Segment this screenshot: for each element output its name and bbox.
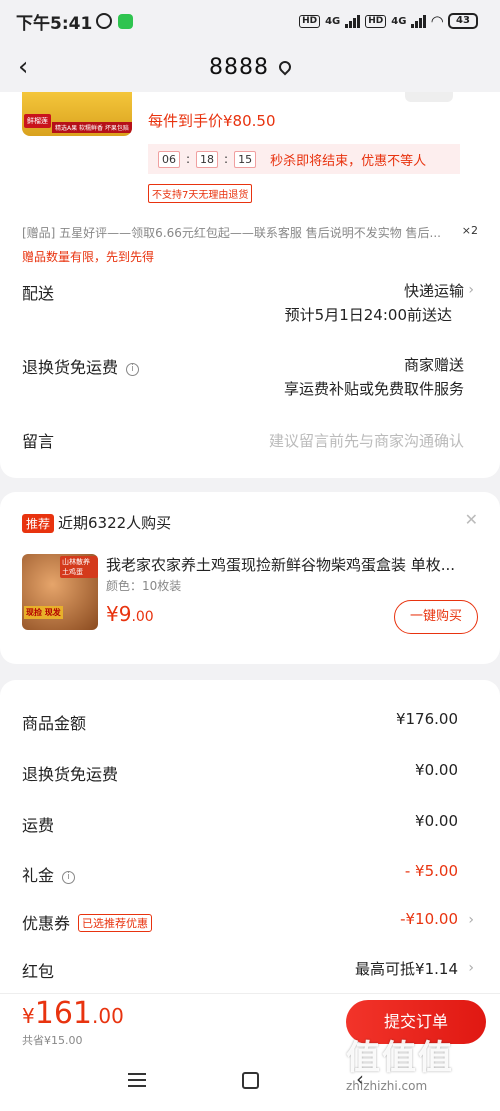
close-icon[interactable]: ✕ (465, 510, 478, 529)
network-label: 4G (325, 15, 341, 27)
total-saved: 共省¥15.00 (22, 1034, 83, 1047)
watermark: 值值值 zhizhizhi.com (346, 1030, 496, 1100)
quantity-pill[interactable] (405, 92, 453, 102)
location-pin-icon[interactable] (276, 58, 294, 76)
recommend-product-image[interactable]: 山林散养 土鸡蛋 现捡 现发 (22, 554, 98, 630)
wifi-icon: ◠ (431, 12, 443, 30)
recommend-price-int: ¥9 (106, 602, 132, 626)
hd-badge: HD (299, 14, 321, 28)
recommend-title: 近期6322人购买 (58, 514, 172, 532)
product-image[interactable]: 鲜榴莲 精选A果 软糯鲜香 坏果包赔 (22, 92, 132, 136)
countdown-separator: : (186, 152, 191, 166)
recommend-price-dec: .00 (131, 609, 154, 625)
watermark-url: zhizhizhi.com (346, 1079, 428, 1093)
gift-text: [赠品] 五星好评——领取6.66元红包起——联系客服 售后说明不发实物 售后.… (22, 226, 441, 240)
recommend-product-name[interactable]: 我老家农家养土鸡蛋现捡新鲜谷物柴鸡蛋盒装 单枚... (106, 554, 478, 575)
info-icon[interactable]: i (126, 363, 140, 376)
countdown-seconds: 15 (234, 150, 257, 168)
summary-value-goods: ¥176.00 (395, 710, 458, 728)
gift-qty: ×2 (461, 224, 478, 237)
summary-value-red-packet[interactable]: 最高可抵¥1.14 (355, 958, 458, 979)
price-summary-card: 商品金额 ¥176.00 退换货免运费 ¥0.00 运费 ¥0.00 礼金 i -… (0, 680, 500, 1000)
app-notification-icon (118, 13, 134, 29)
summary-label-shipping: 运费 (22, 816, 55, 835)
countdown-minutes: 18 (196, 150, 219, 168)
status-indicators: HD 4G HD 4G ◠ 43 (299, 12, 478, 30)
recommend-image-tag-2: 现捡 现发 (24, 606, 63, 619)
summary-value-gift-money: - ¥5.00 (404, 862, 458, 880)
product-image-tag-2: 精选A果 软糯鲜香 坏果包赔 (52, 122, 132, 133)
total-price: ¥161.00 (22, 996, 124, 1031)
message-input[interactable]: 建议留言前先与商家沟通确认 (269, 430, 464, 451)
hd-badge-2: HD (365, 14, 387, 28)
message-label: 留言 (22, 432, 55, 451)
battery-icon: 43 (448, 13, 478, 29)
return-shipping-label: 退换货免运费 i (22, 354, 140, 378)
coupon-tag: 已选推荐优惠 (78, 914, 153, 932)
return-shipping-text: 退换货免运费 (22, 358, 119, 377)
signal-icon-2 (411, 14, 427, 28)
total-currency: ¥ (22, 1004, 35, 1028)
summary-value-shipping: ¥0.00 (415, 812, 458, 830)
countdown-hours: 06 (158, 150, 180, 168)
home-icon[interactable] (242, 1072, 259, 1089)
chevron-right-icon[interactable]: › (468, 282, 474, 298)
summary-label-goods: 商品金额 (22, 714, 87, 733)
no-return-badge: 不支持7天无理由退货 (148, 184, 253, 203)
order-info-card: 鲜榴莲 精选A果 软糯鲜香 坏果包赔 每件到手价¥80.50 06 : 18 :… (0, 92, 500, 478)
chevron-right-icon[interactable]: › (468, 960, 474, 976)
countdown-separator: : (224, 152, 229, 166)
return-shipping-line2: 享运费补贴或免费取件服务 (283, 380, 464, 398)
one-click-buy-button[interactable]: 一键购买 (394, 600, 478, 634)
chevron-right-icon[interactable]: › (468, 912, 474, 928)
summary-value-return: ¥0.00 (415, 761, 458, 779)
delivery-label: 配送 (22, 284, 55, 303)
menu-icon[interactable] (128, 1073, 146, 1087)
recommend-badge: 推荐 (22, 514, 55, 533)
countdown-text: 秒杀即将结束，优惠不等人 (270, 153, 427, 169)
signal-icon (345, 14, 361, 28)
watermark-logo: 值值值 (346, 1038, 454, 1078)
summary-label-gift-money: 礼金 i (22, 862, 76, 886)
coupon-text: 优惠券 (22, 914, 71, 933)
recommend-product-spec: 颜色：10枚装 (106, 579, 182, 593)
summary-label-red-packet: 红包 (22, 962, 55, 981)
alarm-icon (96, 13, 113, 29)
recommend-image-tag: 山林散养 土鸡蛋 (60, 556, 98, 578)
product-image-tag: 鲜榴莲 (24, 114, 51, 128)
summary-value-coupon[interactable]: -¥10.00 (400, 910, 458, 928)
status-time: 下午5:41 (16, 13, 93, 34)
gift-line[interactable]: [赠品] 五星好评——领取6.66元红包起——联系客服 售后说明不发实物 售后.… (22, 224, 482, 241)
network-label-2: 4G (391, 15, 407, 27)
back-icon[interactable]: ‹ (18, 52, 28, 82)
delivery-method[interactable]: 快递运输 (404, 280, 464, 301)
gift-note: 赠品数量有限，先到先得 (22, 250, 155, 264)
recommend-card: 推荐 近期6322人购买 ✕ 山林散养 土鸡蛋 现捡 现发 我老家农家养土鸡蛋现… (0, 492, 500, 664)
return-shipping-line1: 商家赠送 (403, 356, 464, 374)
delivery-eta: 预计5月1日24:00前送达 (284, 306, 452, 324)
total-int: 161 (34, 996, 92, 1031)
unit-price: 每件到手价¥80.50 (148, 112, 276, 130)
flash-sale-countdown: 06 : 18 : 15 秒杀即将结束，优惠不等人 (148, 144, 460, 174)
summary-label-return: 退换货免运费 (22, 765, 119, 784)
summary-label-coupon: 优惠券 已选推荐优惠 (22, 910, 153, 934)
info-icon[interactable]: i (62, 871, 76, 884)
status-bar: 下午5:41 HD 4G HD 4G ◠ 43 (0, 0, 500, 42)
header: ‹ 8888 (0, 42, 500, 92)
address-title[interactable]: 8888 (209, 55, 269, 80)
recommend-price: ¥9.00 (106, 602, 154, 626)
total-dec: .00 (92, 1004, 124, 1028)
gift-money-text: 礼金 (22, 866, 55, 885)
